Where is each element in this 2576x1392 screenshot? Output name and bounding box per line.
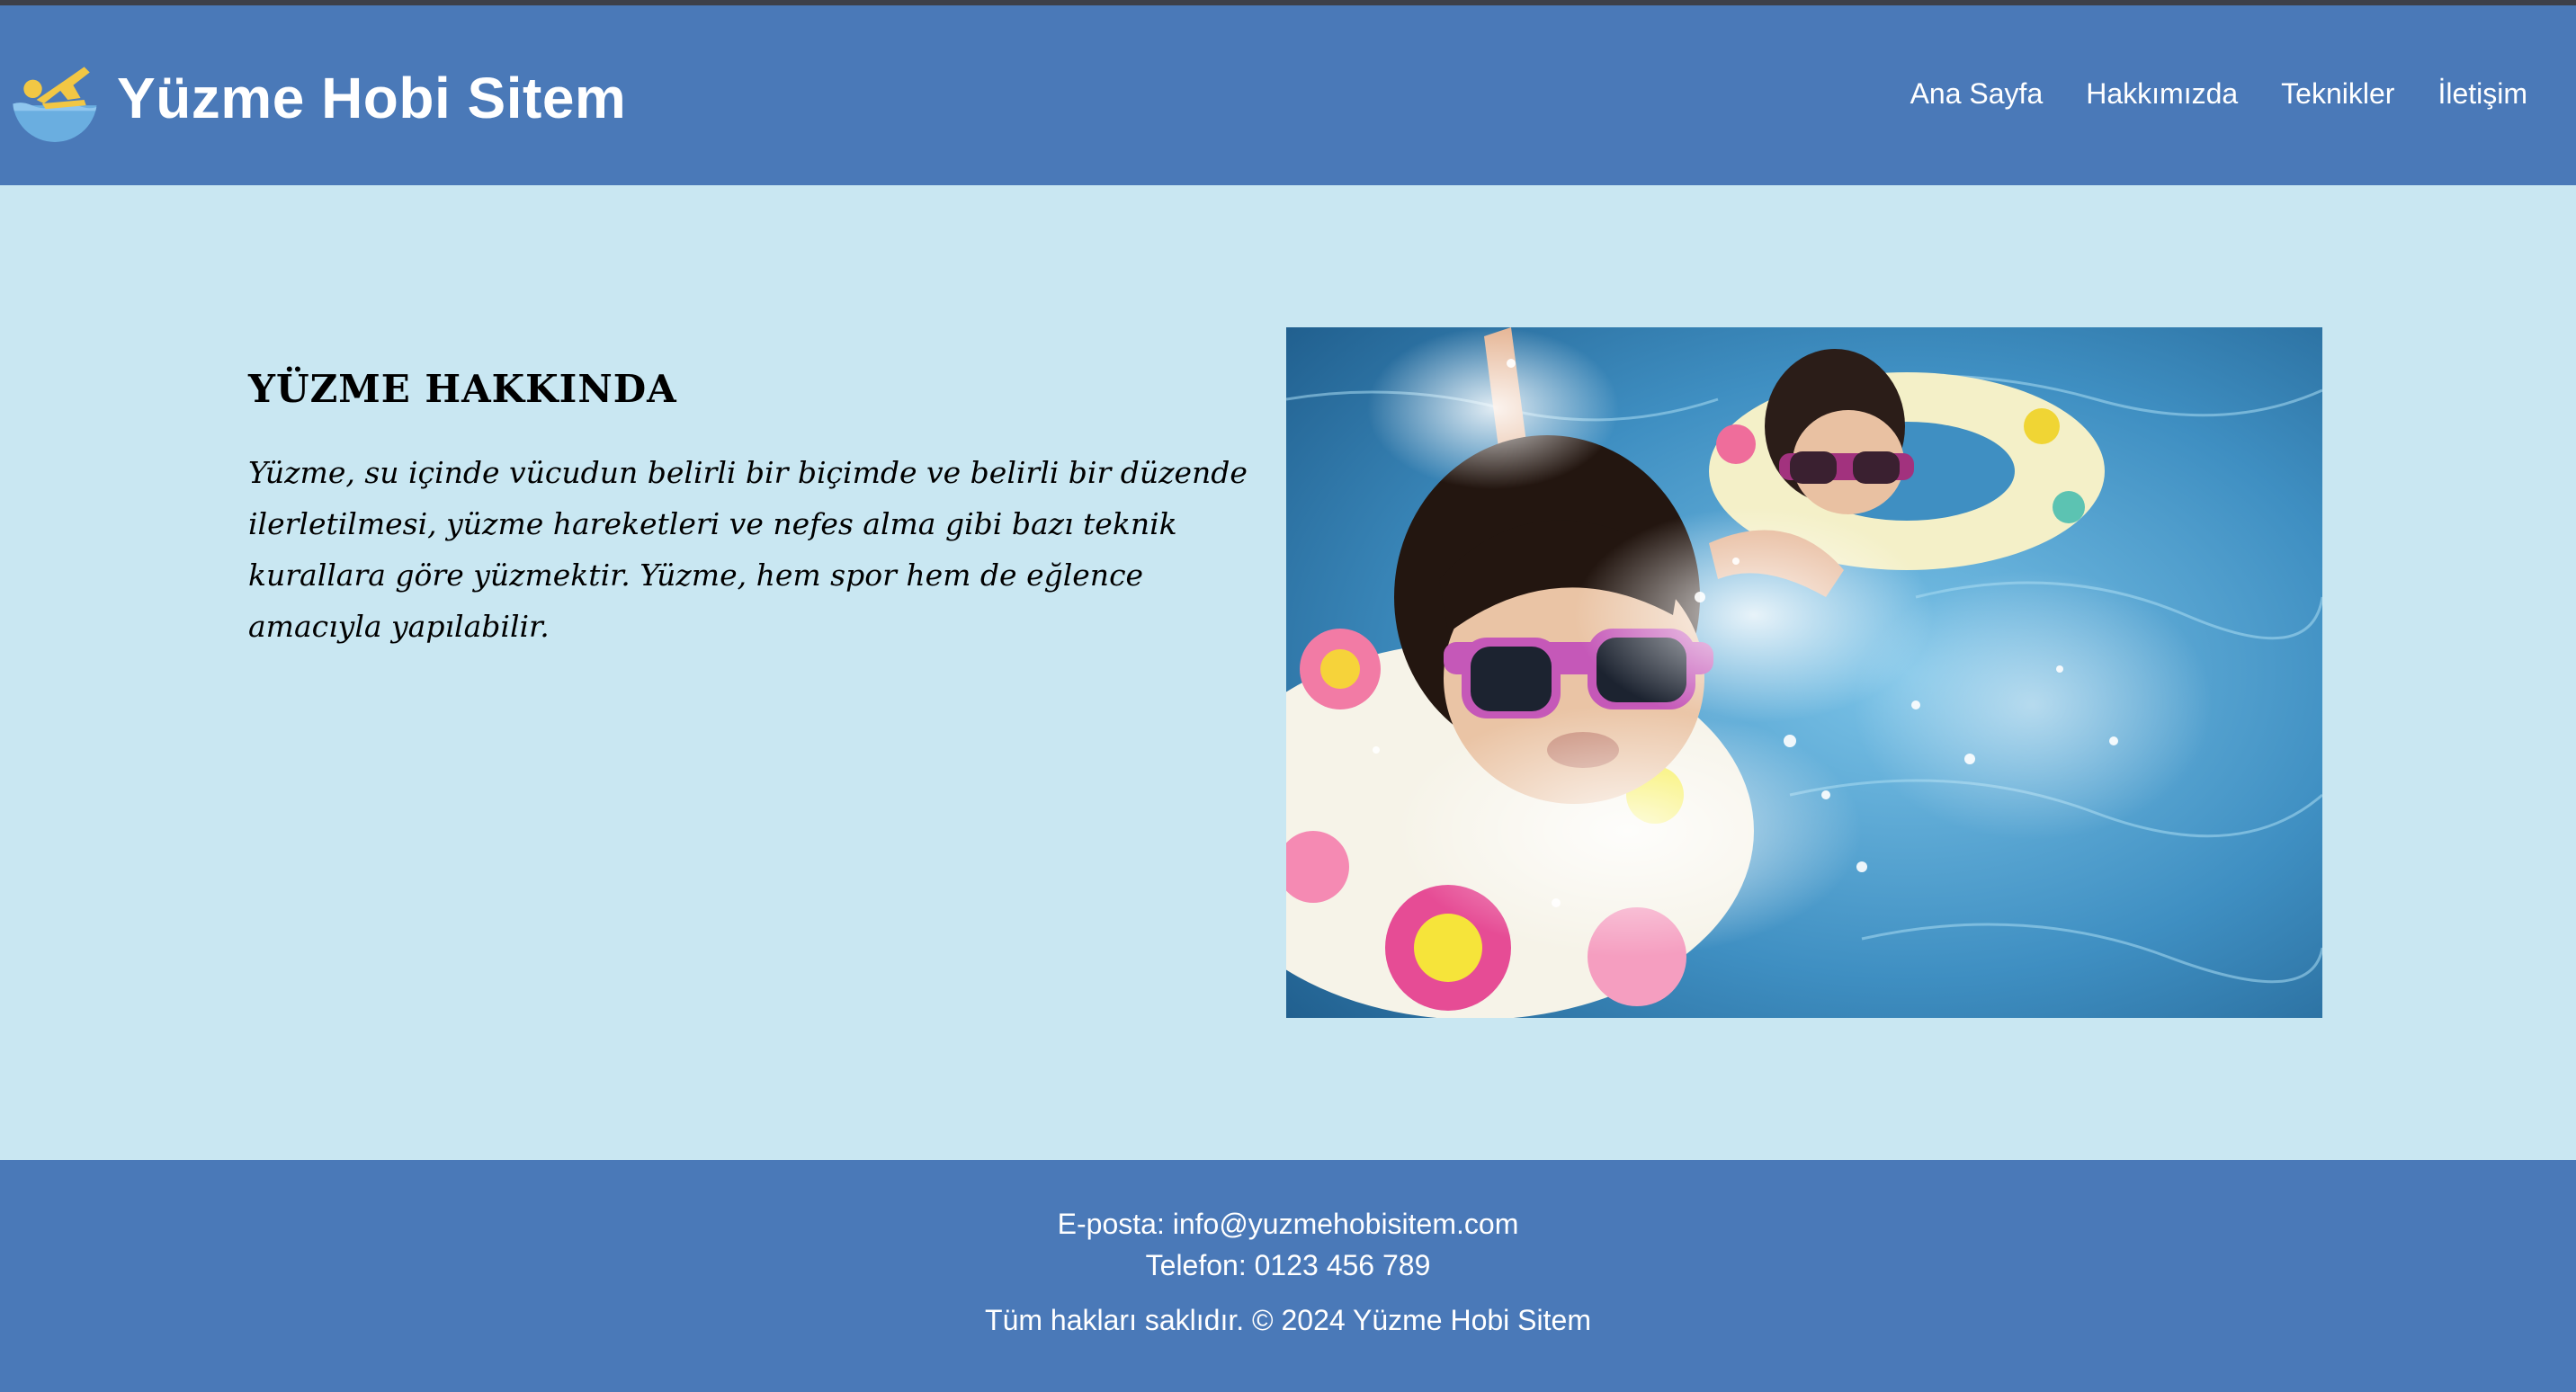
main-content: Yüzme Hakkında Yüzme, su içinde vücudun … (0, 185, 2576, 1160)
main-nav: Ana Sayfa Hakkımızda Teknikler İletişim (1910, 77, 2527, 111)
site-header: Yüzme Hobi Sitem Ana Sayfa Hakkımızda Te… (0, 5, 2576, 185)
nav-link-techniques[interactable]: Teknikler (2281, 77, 2394, 111)
footer-contact: E-posta: info@yuzmehobisitem.com Telefon… (0, 1203, 2576, 1286)
footer-email[interactable]: E-posta: info@yuzmehobisitem.com (0, 1203, 2576, 1245)
about-section: Yüzme Hakkında Yüzme, su içinde vücudun … (248, 367, 1274, 652)
children-swimming-image (1286, 327, 2322, 1018)
footer-copyright: Tüm hakları saklıdır. © 2024 Yüzme Hobi … (985, 1304, 1591, 1336)
site-title: Yüzme Hobi Sitem (117, 66, 627, 130)
footer-phone: Telefon: 0123 456 789 (1145, 1249, 1431, 1281)
nav-link-home[interactable]: Ana Sayfa (1910, 77, 2044, 111)
swimmer-icon (13, 67, 97, 142)
swimming-photo (1286, 327, 2322, 1018)
section-heading: Yüzme Hakkında (248, 367, 677, 411)
site-footer: E-posta: info@yuzmehobisitem.com Telefon… (0, 1160, 2576, 1392)
site-logo[interactable]: Yüzme Hobi Sitem (9, 52, 626, 144)
nav-link-contact[interactable]: İletişim (2437, 77, 2527, 111)
nav-link-about[interactable]: Hakkımızda (2086, 77, 2238, 111)
section-paragraph: Yüzme, su içinde vücudun belirli bir biç… (248, 455, 1248, 644)
